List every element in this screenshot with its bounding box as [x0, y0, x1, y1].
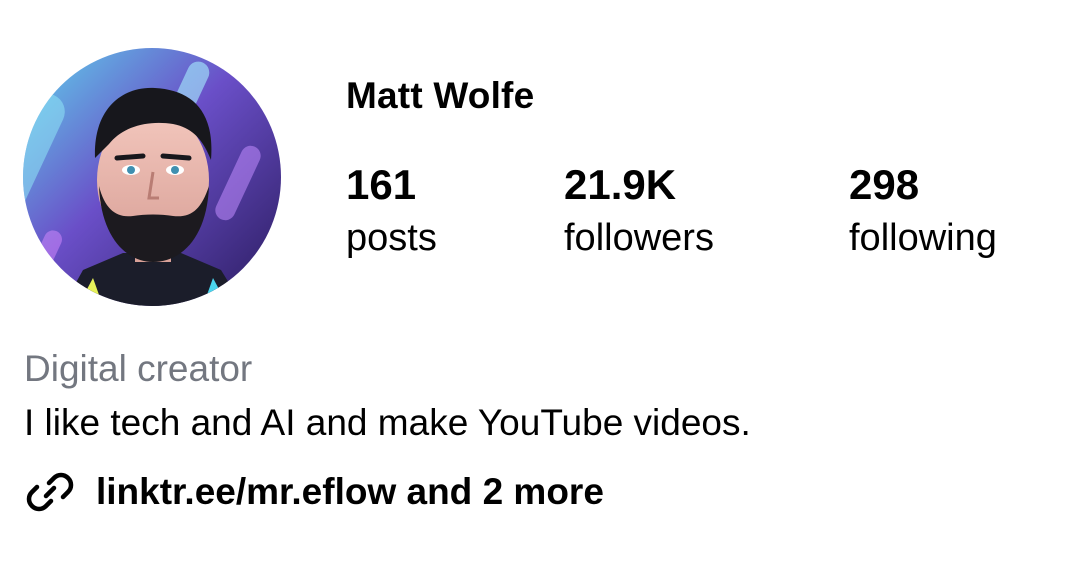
link-icon	[24, 466, 76, 518]
bio-link-text[interactable]: linktr.ee/mr.eflow and 2 more	[96, 469, 604, 515]
posts-count: 161	[346, 161, 417, 208]
profile-category: Digital creator	[24, 348, 253, 389]
profile-bio: I like tech and AI and make YouTube vide…	[24, 402, 751, 443]
stat-posts[interactable]: 161 posts	[346, 160, 437, 262]
posts-label: posts	[346, 217, 437, 259]
stat-following[interactable]: 298 following	[849, 160, 997, 262]
profile-avatar[interactable]	[23, 48, 281, 306]
profile-username: Matt Wolfe	[346, 75, 535, 116]
bio-link[interactable]: linktr.ee/mr.eflow and 2 more	[24, 466, 604, 518]
followers-count: 21.9K	[564, 161, 677, 208]
following-label: following	[849, 217, 997, 259]
followers-label: followers	[564, 217, 714, 259]
stat-followers[interactable]: 21.9K followers	[564, 160, 714, 262]
avatar-illustration-icon	[23, 48, 281, 306]
following-count: 298	[849, 161, 920, 208]
